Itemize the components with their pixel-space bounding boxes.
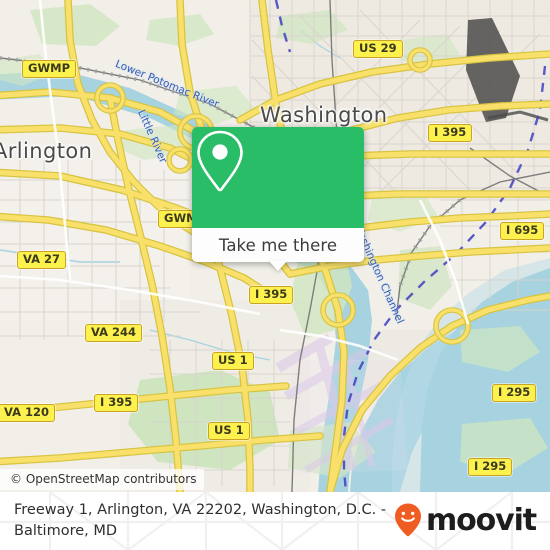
shield-us-1-north[interactable]: US 1 bbox=[212, 352, 254, 370]
location-address: Freeway 1, Arlington, VA 22202, Washingt… bbox=[14, 502, 387, 539]
shield-i-395-north[interactable]: I 395 bbox=[428, 124, 473, 142]
popup-action-area[interactable]: Take me there bbox=[192, 228, 364, 262]
osm-attribution[interactable]: © OpenStreetMap contributors bbox=[0, 469, 205, 490]
moovit-logo[interactable]: moovit bbox=[393, 502, 537, 540]
shield-i-695[interactable]: I 695 bbox=[500, 222, 545, 240]
footer-content: Freeway 1, Arlington, VA 22202, Washingt… bbox=[0, 492, 550, 550]
shield-i-395-center[interactable]: I 395 bbox=[249, 286, 294, 304]
footer-bar: Freeway 1, Arlington, VA 22202, Washingt… bbox=[0, 492, 550, 550]
shield-va-244[interactable]: VA 244 bbox=[85, 324, 143, 342]
shield-us-29[interactable]: US 29 bbox=[353, 40, 403, 58]
map-pin-icon bbox=[197, 130, 243, 192]
shield-us-1-south[interactable]: US 1 bbox=[208, 422, 250, 440]
popup-icon-area bbox=[192, 127, 364, 228]
moovit-wordmark: moovit bbox=[425, 503, 537, 538]
screenshot-root: Washington Arlington Lower Potomac River… bbox=[0, 0, 550, 550]
shield-i-395-west[interactable]: I 395 bbox=[94, 394, 139, 412]
shield-va-27[interactable]: VA 27 bbox=[17, 251, 67, 269]
popup-tail-pointer bbox=[269, 261, 287, 271]
take-me-there-button[interactable]: Take me there bbox=[219, 236, 337, 255]
moovit-pin-smiley-icon bbox=[394, 503, 421, 537]
shield-va-120[interactable]: VA 120 bbox=[0, 404, 56, 422]
shield-gwmp-north[interactable]: GWMP bbox=[22, 60, 76, 78]
shield-i-295-north[interactable]: I 295 bbox=[492, 384, 537, 402]
destination-popup-card[interactable]: Take me there bbox=[192, 127, 364, 271]
shield-i-295-south[interactable]: I 295 bbox=[468, 458, 513, 476]
map-canvas[interactable]: Washington Arlington Lower Potomac River… bbox=[0, 0, 550, 492]
